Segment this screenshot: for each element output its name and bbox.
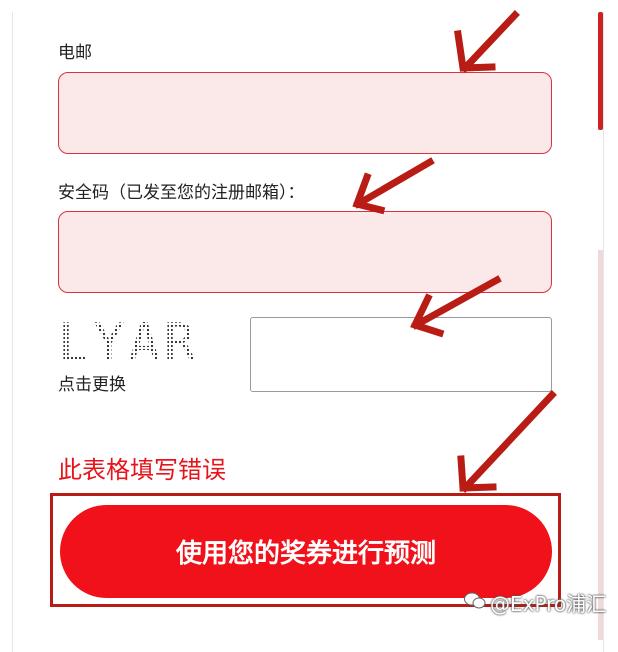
captcha-image[interactable]: LYAR	[58, 312, 198, 368]
security-code-label: 安全码（已发至您的注册邮箱）：	[58, 183, 305, 203]
captcha-input[interactable]	[250, 317, 552, 392]
watermark-text: @ExPro浦汇	[490, 592, 607, 616]
error-message: 此表格填写错误	[58, 456, 226, 484]
email-label: 电邮	[58, 43, 92, 63]
security-code-field[interactable]	[58, 211, 552, 293]
wechat-icon	[464, 591, 486, 615]
email-field[interactable]	[58, 72, 552, 154]
submit-button[interactable]: 使用您的奖券进行预测	[60, 505, 552, 598]
captcha-text: LYAR	[58, 313, 198, 368]
scrollbar-thumb[interactable]	[598, 12, 603, 130]
watermark: @ExPro浦汇	[464, 588, 606, 617]
captcha-refresh-link[interactable]: 点击更换	[58, 370, 126, 395]
scrollbar-track[interactable]	[598, 250, 603, 640]
